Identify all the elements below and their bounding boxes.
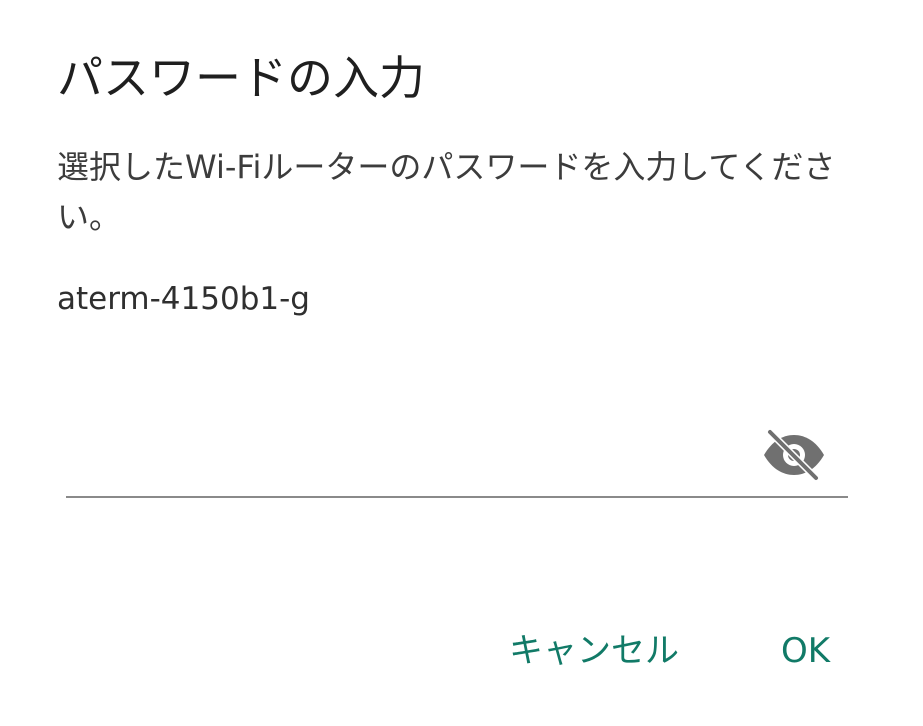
visibility-toggle-button[interactable] (762, 426, 826, 484)
dialog-message: 選択したWi-Fiルーターのパスワードを入力してください。 (57, 148, 836, 236)
visibility-off-icon (764, 428, 824, 482)
ok-button[interactable]: OK (781, 626, 830, 676)
dialog-actions: キャンセル OK (0, 626, 923, 676)
password-dialog: パスワードの入力 選択したWi-Fiルーターのパスワードを入力してください。 a… (0, 0, 923, 726)
password-input[interactable] (66, 424, 750, 482)
dialog-title: パスワードの入力 (57, 51, 425, 105)
network-ssid: aterm-4150b1-g (57, 281, 310, 317)
cancel-button[interactable]: キャンセル (509, 626, 679, 676)
password-field (66, 414, 848, 498)
